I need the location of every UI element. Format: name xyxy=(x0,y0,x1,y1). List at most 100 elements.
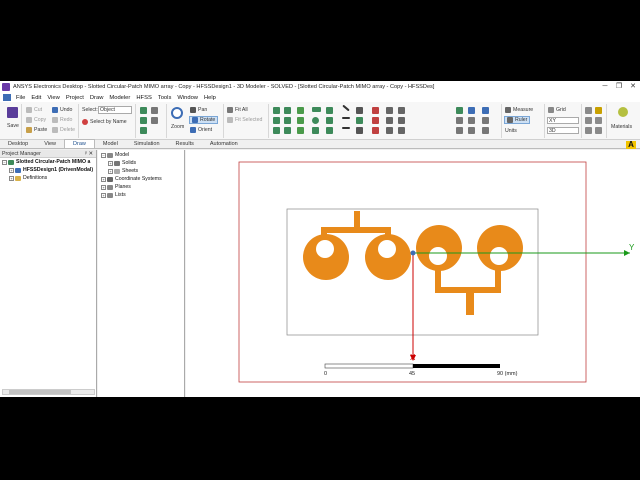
sheet-icon[interactable] xyxy=(456,107,463,114)
helix-icon[interactable] xyxy=(284,127,291,134)
spiral-icon[interactable] xyxy=(297,127,304,134)
tree-item-project[interactable]: − Slotted Circular-Patch MIMO a xyxy=(0,158,96,166)
select-multi-icon[interactable] xyxy=(585,127,592,134)
tab-model[interactable]: Model xyxy=(95,140,126,148)
sweep-icon[interactable] xyxy=(398,127,405,134)
rotate-button[interactable]: Rotate xyxy=(189,116,219,124)
feed-network-right[interactable] xyxy=(435,268,501,315)
save-button[interactable]: Save xyxy=(7,123,19,129)
boolean-intersect-icon[interactable] xyxy=(372,127,379,134)
polyhedron-icon[interactable] xyxy=(297,107,304,114)
view-cube-icon[interactable] xyxy=(140,107,147,114)
tree-item-model[interactable]: − Model xyxy=(98,151,184,159)
torus-icon[interactable] xyxy=(284,117,291,124)
select-edge-icon[interactable] xyxy=(585,117,592,124)
measure-tool-icon[interactable] xyxy=(482,107,489,114)
undo-button[interactable]: Undo xyxy=(52,107,72,113)
scrollbar-thumb[interactable] xyxy=(9,390,71,394)
modeler-canvas[interactable]: Y X 0 45 90 (mm) xyxy=(186,150,640,397)
circle-icon[interactable] xyxy=(312,117,319,124)
expand-icon[interactable]: + xyxy=(108,168,113,174)
expand-icon[interactable]: + xyxy=(101,184,106,190)
regular-polygon-icon[interactable] xyxy=(326,107,333,114)
polygon-icon[interactable] xyxy=(326,117,333,124)
3d-modeler-viewport[interactable]: Y X 0 45 90 (mm) xyxy=(186,150,640,397)
mirror-icon[interactable] xyxy=(386,127,393,134)
fit-selected-button[interactable]: Fit Selected xyxy=(227,117,262,123)
tree-item-solids[interactable]: + Solids xyxy=(98,159,184,167)
view-options-icon[interactable] xyxy=(151,107,158,114)
tree-item-planes[interactable]: + Planes xyxy=(98,183,184,191)
view-mode-dropdown[interactable]: 3D xyxy=(547,127,579,134)
arc-icon[interactable] xyxy=(342,127,350,129)
fit-all-button[interactable]: Fit All xyxy=(227,107,248,113)
cone-icon[interactable] xyxy=(284,107,291,114)
expand-icon[interactable]: + xyxy=(101,176,106,182)
tab-view[interactable]: View xyxy=(36,140,64,148)
select-vertex-icon[interactable] xyxy=(595,117,602,124)
tab-results[interactable]: Results xyxy=(168,140,202,148)
copy-button[interactable]: Copy xyxy=(26,117,46,123)
measure-button[interactable]: Measure xyxy=(505,107,533,113)
quick-access-icon[interactable] xyxy=(3,94,11,101)
menu-draw[interactable]: Draw xyxy=(87,95,107,101)
tree-item-definitions[interactable]: + Definitions xyxy=(0,174,96,182)
restore-button[interactable]: ❐ xyxy=(612,81,626,93)
history-icon[interactable] xyxy=(482,117,489,124)
edge-icon[interactable] xyxy=(456,117,463,124)
horizontal-scrollbar[interactable] xyxy=(2,389,95,395)
menu-window[interactable]: Window xyxy=(174,95,201,101)
expand-icon[interactable]: + xyxy=(9,175,14,181)
select-by-name-button[interactable]: Select by Name xyxy=(82,119,127,125)
menu-project[interactable]: Project xyxy=(63,95,87,101)
materials-button[interactable]: Materials xyxy=(611,124,632,130)
menu-help[interactable]: Help xyxy=(201,95,219,101)
tab-draw[interactable]: Draw xyxy=(64,139,95,148)
move-icon[interactable] xyxy=(386,107,393,114)
separate-icon[interactable] xyxy=(468,127,475,134)
select-face-icon[interactable] xyxy=(595,107,602,114)
tree-item-sheets[interactable]: + Sheets xyxy=(98,167,184,175)
patch-4[interactable] xyxy=(477,225,523,271)
line-icon[interactable] xyxy=(342,104,350,112)
coordinate-system-icon[interactable] xyxy=(356,127,363,134)
tree-item-coordinate-systems[interactable]: + Coordinate Systems xyxy=(98,175,184,183)
menu-modeler[interactable]: Modeler xyxy=(106,95,133,101)
cut-button[interactable]: Cut xyxy=(26,107,42,113)
imprint-icon[interactable] xyxy=(468,117,475,124)
patch-2[interactable] xyxy=(365,234,411,280)
cylinder-icon[interactable] xyxy=(273,117,280,124)
box-icon[interactable] xyxy=(273,107,280,114)
redo-button[interactable]: Redo xyxy=(52,117,72,123)
rectangle-icon[interactable] xyxy=(312,107,321,112)
tab-automation[interactable]: Automation xyxy=(202,140,246,148)
sphere-icon[interactable] xyxy=(273,127,280,134)
plane-icon[interactable] xyxy=(356,117,363,124)
paste-button[interactable]: Paste xyxy=(26,127,47,133)
equation-surface-icon[interactable] xyxy=(326,127,333,134)
select-body-icon[interactable] xyxy=(595,127,602,134)
expand-icon[interactable]: + xyxy=(108,160,113,166)
regular-polyhedron-icon[interactable] xyxy=(297,117,304,124)
patch-3[interactable] xyxy=(416,225,462,271)
split-icon[interactable] xyxy=(468,107,475,114)
face-icon[interactable] xyxy=(456,127,463,134)
zoom-button[interactable]: Zoom xyxy=(171,124,184,130)
menu-tools[interactable]: Tools xyxy=(155,95,175,101)
scale-icon[interactable] xyxy=(398,117,405,124)
tab-desktop[interactable]: Desktop xyxy=(0,140,36,148)
grid-button[interactable]: Grid xyxy=(548,107,566,113)
pan-button[interactable]: Pan xyxy=(190,107,207,113)
highlight-icon[interactable] xyxy=(140,127,147,134)
patch-1[interactable] xyxy=(303,234,349,280)
orient-button[interactable]: Orient xyxy=(190,127,212,133)
tree-item-lists[interactable]: + Lists xyxy=(98,191,184,199)
show-icon[interactable] xyxy=(151,117,158,124)
tab-simulation[interactable]: Simulation xyxy=(126,140,168,148)
minimize-button[interactable]: ─ xyxy=(598,81,612,93)
ellipse-icon[interactable] xyxy=(312,127,319,134)
point-icon[interactable] xyxy=(356,107,363,114)
menu-edit[interactable]: Edit xyxy=(28,95,44,101)
close-button[interactable]: ✕ xyxy=(626,81,640,93)
menu-file[interactable]: File xyxy=(13,95,28,101)
